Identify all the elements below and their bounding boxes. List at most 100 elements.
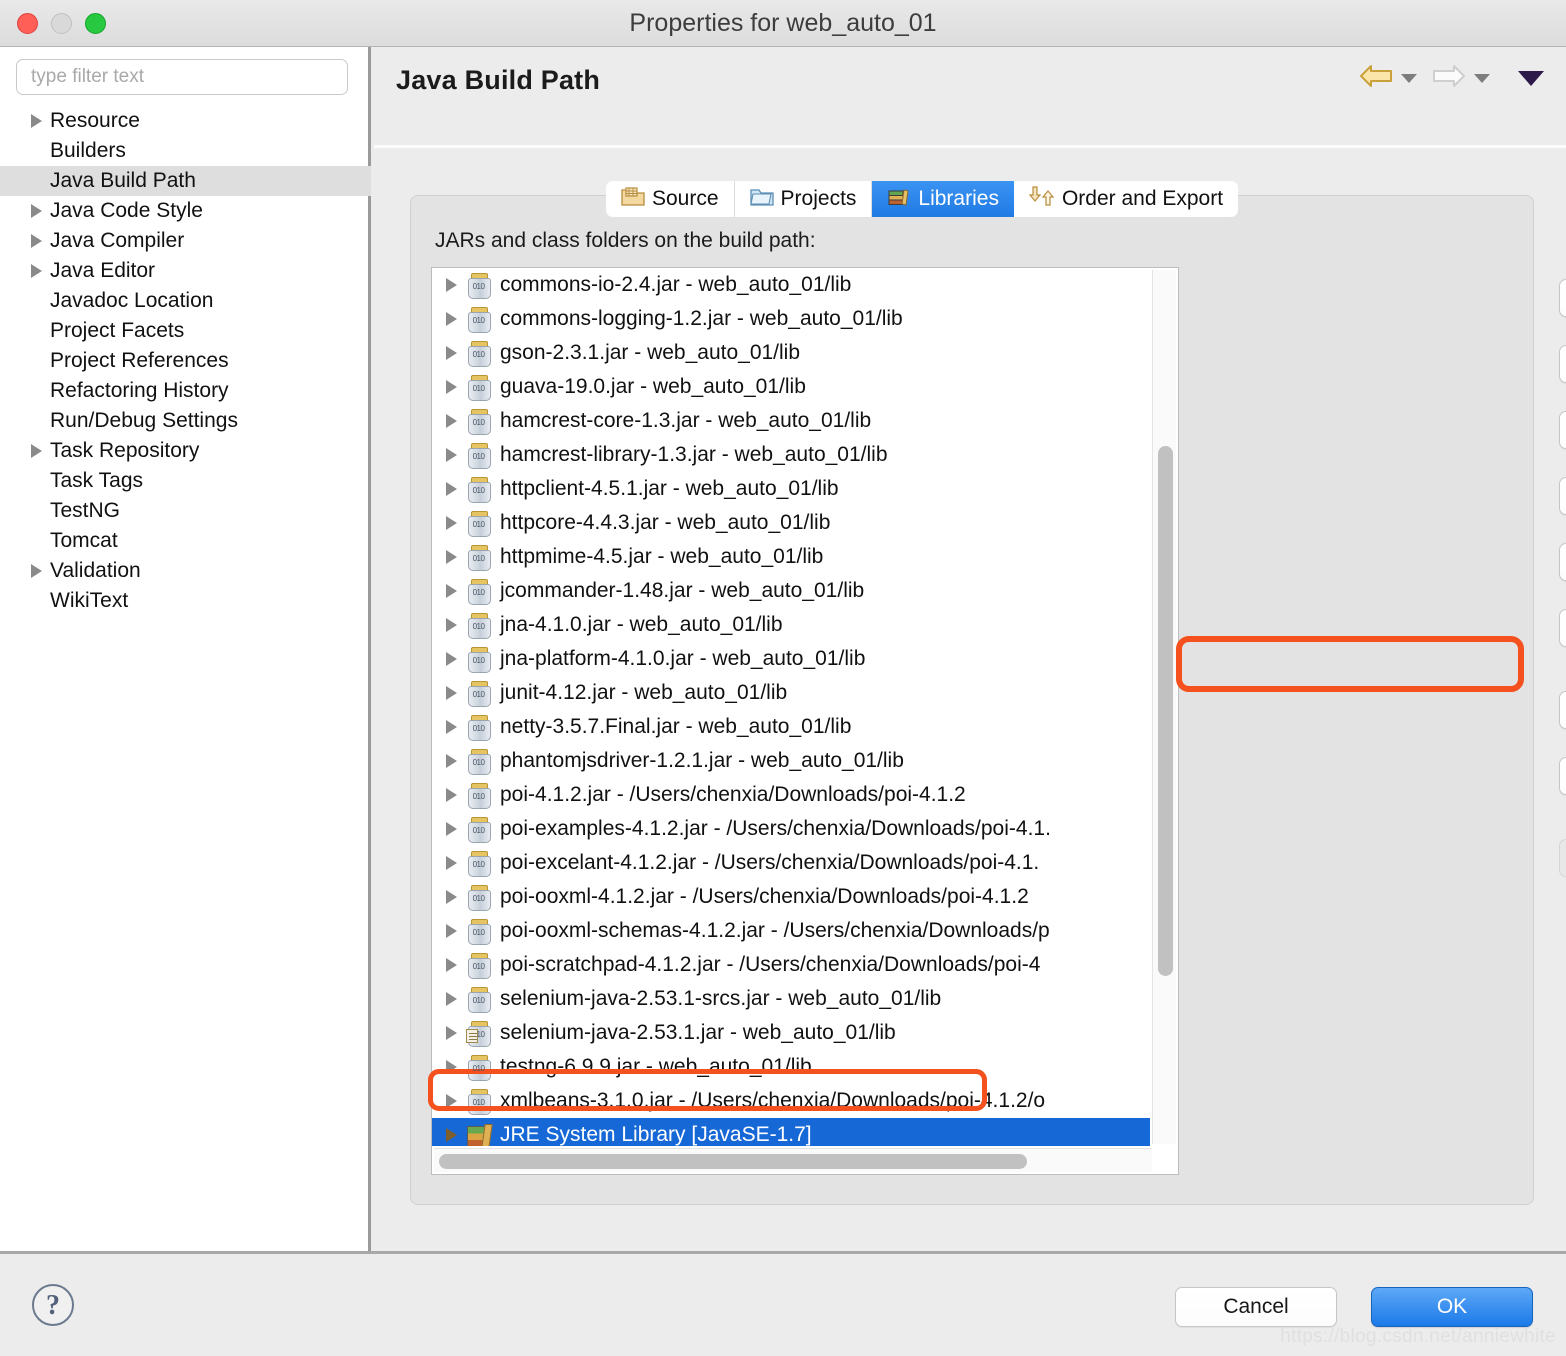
filter-input[interactable] — [16, 59, 348, 95]
add-jars-button[interactable]: Add JARs... — [1559, 279, 1566, 317]
jar-list-row[interactable]: 010 selenium-java-2.53.1.jar - web_auto_0… — [432, 1016, 1150, 1050]
expand-triangle-icon[interactable] — [446, 890, 457, 904]
jar-list-row[interactable]: 010 commons-logging-1.2.jar - web_auto_01… — [432, 302, 1150, 336]
horizontal-scroll-thumb[interactable] — [439, 1154, 1027, 1169]
jar-list-row[interactable]: 010 httpclient-4.5.1.jar - web_auto_01/li… — [432, 472, 1150, 506]
expand-triangle-icon[interactable] — [446, 856, 457, 870]
expand-triangle-icon[interactable] — [446, 448, 457, 462]
remove-button[interactable]: Remove — [1559, 757, 1566, 795]
vertical-scroll-thumb[interactable] — [1158, 446, 1173, 976]
expand-triangle-icon[interactable] — [31, 264, 42, 278]
expand-triangle-icon[interactable] — [31, 204, 42, 218]
jar-list[interactable]: 010 commons-io-2.4.jar - web_auto_01/lib 0… — [431, 267, 1179, 1175]
add-external-class-folder-button[interactable]: Add External Class Folder... — [1559, 609, 1566, 647]
sidebar-item-java-code-style[interactable]: Java Code Style — [0, 196, 371, 226]
jar-list-row[interactable]: 010 jcommander-1.48.jar - web_auto_01/lib — [432, 574, 1150, 608]
expand-triangle-icon[interactable] — [31, 234, 42, 248]
expand-triangle-icon[interactable] — [446, 788, 457, 802]
jar-list-vertical-scrollbar[interactable] — [1152, 270, 1176, 1144]
jar-list-row[interactable]: 010 phantomjsdriver-1.2.1.jar - web_auto_… — [432, 744, 1150, 778]
jar-list-row[interactable]: JRE System Library [JavaSE-1.7] — [432, 1118, 1150, 1146]
expand-triangle-icon[interactable] — [446, 380, 457, 394]
jar-list-row[interactable]: 010 jna-4.1.0.jar - web_auto_01/lib — [432, 608, 1150, 642]
edit-button[interactable]: Edit... — [1559, 691, 1566, 729]
sidebar-item-project-facets[interactable]: Project Facets — [0, 316, 371, 346]
cancel-button[interactable]: Cancel — [1175, 1287, 1337, 1327]
sidebar-item-javadoc-location[interactable]: Javadoc Location — [0, 286, 371, 316]
forward-history-chevron-down-icon[interactable] — [1474, 74, 1490, 83]
add-variable-button[interactable]: Add Variable... — [1559, 411, 1566, 449]
tab-projects[interactable]: Projects — [734, 181, 873, 217]
jar-list-row[interactable]: 010 gson-2.3.1.jar - web_auto_01/lib — [432, 336, 1150, 370]
sidebar-item-resource[interactable]: Resource — [0, 106, 371, 136]
expand-triangle-icon[interactable] — [446, 278, 457, 292]
sidebar-item-java-editor[interactable]: Java Editor — [0, 256, 371, 286]
jar-list-row[interactable]: 010 httpmime-4.5.jar - web_auto_01/lib — [432, 540, 1150, 574]
jar-list-row[interactable]: 010 netty-3.5.7.Final.jar - web_auto_01/l… — [432, 710, 1150, 744]
expand-triangle-icon[interactable] — [446, 720, 457, 734]
sidebar-item-builders[interactable]: Builders — [0, 136, 371, 166]
sidebar-item-run-debug-settings[interactable]: Run/Debug Settings — [0, 406, 371, 436]
add-class-folder-button[interactable]: Add Class Folder... — [1559, 543, 1566, 581]
add-external-jars-button[interactable]: Add External JARs... — [1559, 345, 1566, 383]
jar-list-row[interactable]: 010 jna-platform-4.1.0.jar - web_auto_01/… — [432, 642, 1150, 676]
expand-triangle-icon[interactable] — [446, 414, 457, 428]
jar-list-row[interactable]: 010 xmlbeans-3.1.0.jar - /Users/chenxia/D… — [432, 1084, 1150, 1118]
sidebar-item-java-compiler[interactable]: Java Compiler — [0, 226, 371, 256]
tab-source[interactable]: Source — [606, 181, 735, 217]
expand-triangle-icon[interactable] — [446, 482, 457, 496]
sidebar-item-testng[interactable]: TestNG — [0, 496, 371, 526]
expand-triangle-icon[interactable] — [446, 1060, 457, 1074]
expand-triangle-icon[interactable] — [31, 114, 42, 128]
expand-triangle-icon[interactable] — [446, 1128, 457, 1142]
expand-triangle-icon[interactable] — [31, 564, 42, 578]
expand-triangle-icon[interactable] — [446, 754, 457, 768]
expand-triangle-icon[interactable] — [446, 958, 457, 972]
sidebar-item-task-repository[interactable]: Task Repository — [0, 436, 371, 466]
jar-list-row[interactable]: 010 httpcore-4.4.3.jar - web_auto_01/lib — [432, 506, 1150, 540]
jar-list-row[interactable]: 010 junit-4.12.jar - web_auto_01/lib — [432, 676, 1150, 710]
expand-triangle-icon[interactable] — [446, 822, 457, 836]
jar-list-row[interactable]: 010 poi-ooxml-4.1.2.jar - /Users/chenxia/… — [432, 880, 1150, 914]
arrow-left-icon[interactable] — [1358, 63, 1394, 94]
jar-list-row[interactable]: 010 poi-examples-4.1.2.jar - /Users/chenx… — [432, 812, 1150, 846]
back-history-chevron-down-icon[interactable] — [1401, 74, 1417, 83]
expand-triangle-icon[interactable] — [31, 444, 42, 458]
expand-triangle-icon[interactable] — [446, 686, 457, 700]
sidebar-item-project-references[interactable]: Project References — [0, 346, 371, 376]
sidebar-item-wikitext[interactable]: WikiText — [0, 586, 371, 616]
expand-triangle-icon[interactable] — [446, 924, 457, 938]
jar-list-horizontal-scrollbar[interactable] — [434, 1148, 1152, 1172]
expand-triangle-icon[interactable] — [446, 652, 457, 666]
sidebar-item-refactoring-history[interactable]: Refactoring History — [0, 376, 371, 406]
expand-triangle-icon[interactable] — [446, 312, 457, 326]
jar-list-row[interactable]: 010 poi-4.1.2.jar - /Users/chenxia/Downlo… — [432, 778, 1150, 812]
jar-list-row[interactable]: 010 testng-6.9.9.jar - web_auto_01/lib — [432, 1050, 1150, 1084]
jar-list-row[interactable]: 010 hamcrest-library-1.3.jar - web_auto_0… — [432, 438, 1150, 472]
expand-triangle-icon[interactable] — [446, 1026, 457, 1040]
jar-list-row[interactable]: 010 poi-excelant-4.1.2.jar - /Users/chenx… — [432, 846, 1150, 880]
expand-triangle-icon[interactable] — [446, 516, 457, 530]
expand-triangle-icon[interactable] — [446, 550, 457, 564]
sidebar-item-tomcat[interactable]: Tomcat — [0, 526, 371, 556]
expand-triangle-icon[interactable] — [446, 584, 457, 598]
add-library-button[interactable]: Add Library... — [1559, 477, 1566, 515]
sidebar-item-java-build-path[interactable]: Java Build Path — [0, 166, 371, 196]
jar-list-row[interactable]: 010 selenium-java-2.53.1-srcs.jar - web_a… — [432, 982, 1150, 1016]
expand-triangle-icon[interactable] — [446, 346, 457, 360]
ok-button[interactable]: OK — [1371, 1287, 1533, 1327]
sidebar-item-validation[interactable]: Validation — [0, 556, 371, 586]
expand-triangle-icon[interactable] — [446, 1094, 457, 1108]
jar-list-row[interactable]: 010 commons-io-2.4.jar - web_auto_01/lib — [432, 268, 1150, 302]
jar-list-row[interactable]: 010 poi-ooxml-schemas-4.1.2.jar - /Users/… — [432, 914, 1150, 948]
sidebar-item-task-tags[interactable]: Task Tags — [0, 466, 371, 496]
tab-libraries[interactable]: Libraries — [872, 181, 1014, 217]
view-menu-triangle-down-icon[interactable] — [1518, 71, 1544, 86]
help-question-icon[interactable]: ? — [32, 1284, 74, 1326]
expand-triangle-icon[interactable] — [446, 992, 457, 1006]
expand-triangle-icon[interactable] — [446, 618, 457, 632]
jar-list-row[interactable]: 010 poi-scratchpad-4.1.2.jar - /Users/che… — [432, 948, 1150, 982]
tab-order-and-export[interactable]: Order and Export — [1013, 181, 1239, 217]
jar-list-row[interactable]: 010 hamcrest-core-1.3.jar - web_auto_01/l… — [432, 404, 1150, 438]
jar-list-row[interactable]: 010 guava-19.0.jar - web_auto_01/lib — [432, 370, 1150, 404]
